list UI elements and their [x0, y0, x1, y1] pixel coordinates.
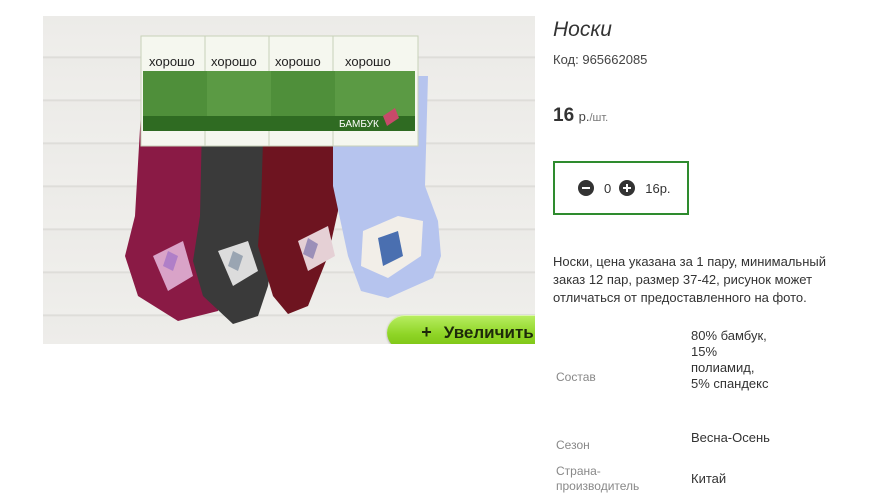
- spec-value: Китай: [691, 471, 727, 486]
- product-title: Носки: [553, 18, 612, 41]
- price-unit: /шт.: [589, 112, 609, 124]
- price-value: 16: [553, 105, 575, 126]
- pack-labels: хорошо хорошо хорошо хорошо БАМБУК: [140, 35, 419, 147]
- socks-photo: хорошо хорошо хорошо хорошо БАМБУК: [125, 35, 441, 324]
- pack-label-4: хорошо: [345, 54, 391, 69]
- quantity-total: 16р.: [645, 180, 671, 196]
- pack-label-2: хорошо: [211, 54, 257, 69]
- plus-icon: +: [421, 322, 432, 342]
- spec-value: 80% бамбук, 15% полиамид, 5% спандекс: [691, 328, 769, 391]
- zoom-button[interactable]: + Увеличить: [387, 315, 535, 344]
- spec-row-composition: Состав 80% бамбук, 15% полиамид, 5% спан…: [553, 328, 863, 428]
- pack-label-3: хорошо: [275, 54, 321, 69]
- pack-label-1: хорошо: [149, 54, 195, 69]
- product-image[interactable]: хорошо хорошо хорошо хорошо БАМБУК + Уве…: [43, 16, 535, 344]
- price-currency: р.: [578, 109, 590, 124]
- product-description: Носки, цена указана за 1 пару, минимальн…: [553, 254, 826, 305]
- zoom-label: Увеличить: [443, 322, 534, 342]
- spec-row-season: Сезон Весна-Осень: [553, 430, 863, 462]
- quantity-stepper: 0 16р.: [553, 161, 689, 215]
- plus-icon[interactable]: [619, 180, 636, 196]
- spec-label: Страна-производитель: [556, 464, 640, 493]
- spec-row-country: Страна-производитель Китай: [553, 464, 863, 496]
- minus-icon[interactable]: [578, 180, 594, 196]
- product-code-label: Код:: [553, 52, 579, 67]
- price: 16 р./шт.: [553, 105, 608, 127]
- spec-value: Весна-Осень: [691, 430, 770, 445]
- spec-label: Сезон: [556, 438, 590, 452]
- pack-material-label: БАМБУК: [339, 119, 379, 130]
- product-code-value: 965662085: [582, 52, 648, 67]
- spec-label: Состав: [556, 370, 596, 384]
- product-code: Код: 965662085: [553, 52, 647, 67]
- quantity-value[interactable]: 0: [604, 181, 611, 196]
